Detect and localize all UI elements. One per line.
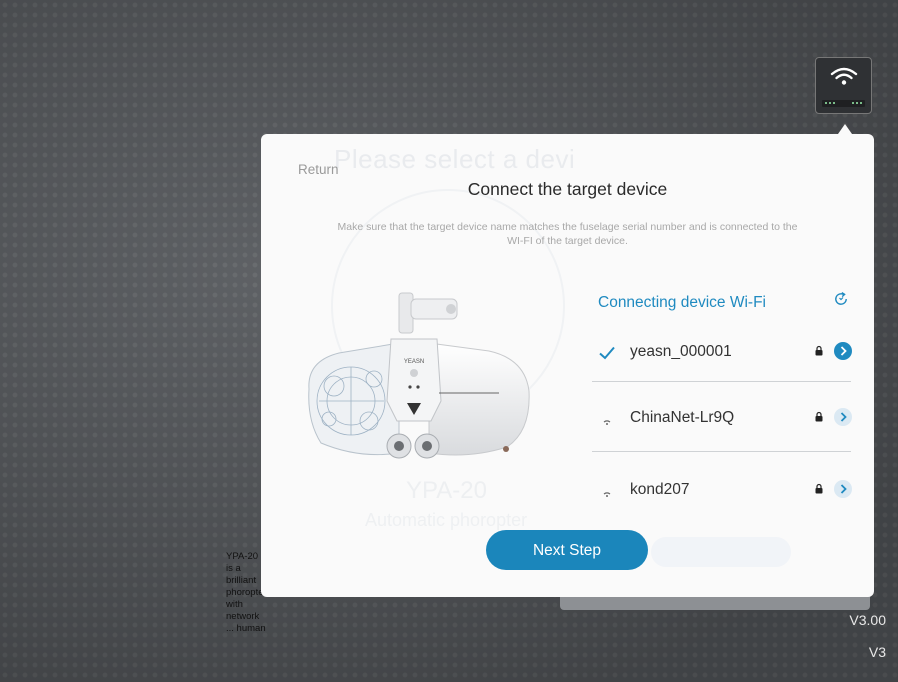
ghost-title: Please select a devi [334,144,576,174]
wifi-ssid: yeasn_000001 [630,343,732,360]
version-label-short: V3 [868,644,886,660]
lock-icon [815,411,823,422]
wifi-signal-icon [603,420,611,425]
ghost-button [651,537,791,567]
background-description: YPA-20 is a brilliant phoropter with net… [226,551,267,634]
wifi-signal-icon [603,492,611,497]
check-icon [599,346,615,360]
wifi-network-row-chinanet[interactable]: ChinaNet-Lr9Q [592,400,852,440]
chevron-right-icon[interactable] [834,408,852,426]
next-step-button[interactable]: Next Step [486,530,648,570]
wifi-network-row-yeasn[interactable]: yeasn_000001 [592,334,852,374]
phoropter-device-image: YEASN [308,292,530,459]
device-brand-label: YEASN [404,359,424,365]
wifi-ssid: kond207 [630,481,690,498]
divider [592,451,851,452]
connect-device-modal: Please select a devi YPA-20 Automatic ph… [261,134,874,597]
lock-icon [815,345,823,356]
wifi-router-icon[interactable] [815,57,872,114]
chevron-right-icon[interactable] [834,480,852,498]
refresh-icon[interactable] [833,291,849,307]
modal-subtitle: Make sure that the target device name ma… [337,221,798,247]
wifi-section-header: Connecting device Wi-Fi [598,294,766,311]
lock-icon [815,483,823,494]
ghost-model: YPA-20 [406,477,487,504]
return-button[interactable]: Return [298,162,339,177]
modal-title: Connect the target device [467,179,668,199]
version-label: V3.00 [849,612,886,628]
wifi-ssid: ChinaNet-Lr9Q [630,409,735,426]
ghost-subtitle: Automatic phoropter [365,510,528,530]
chevron-right-icon[interactable] [834,342,852,360]
divider [592,381,851,382]
wifi-network-row-kond207[interactable]: kond207 [592,472,852,512]
modal-pointer [838,124,852,134]
